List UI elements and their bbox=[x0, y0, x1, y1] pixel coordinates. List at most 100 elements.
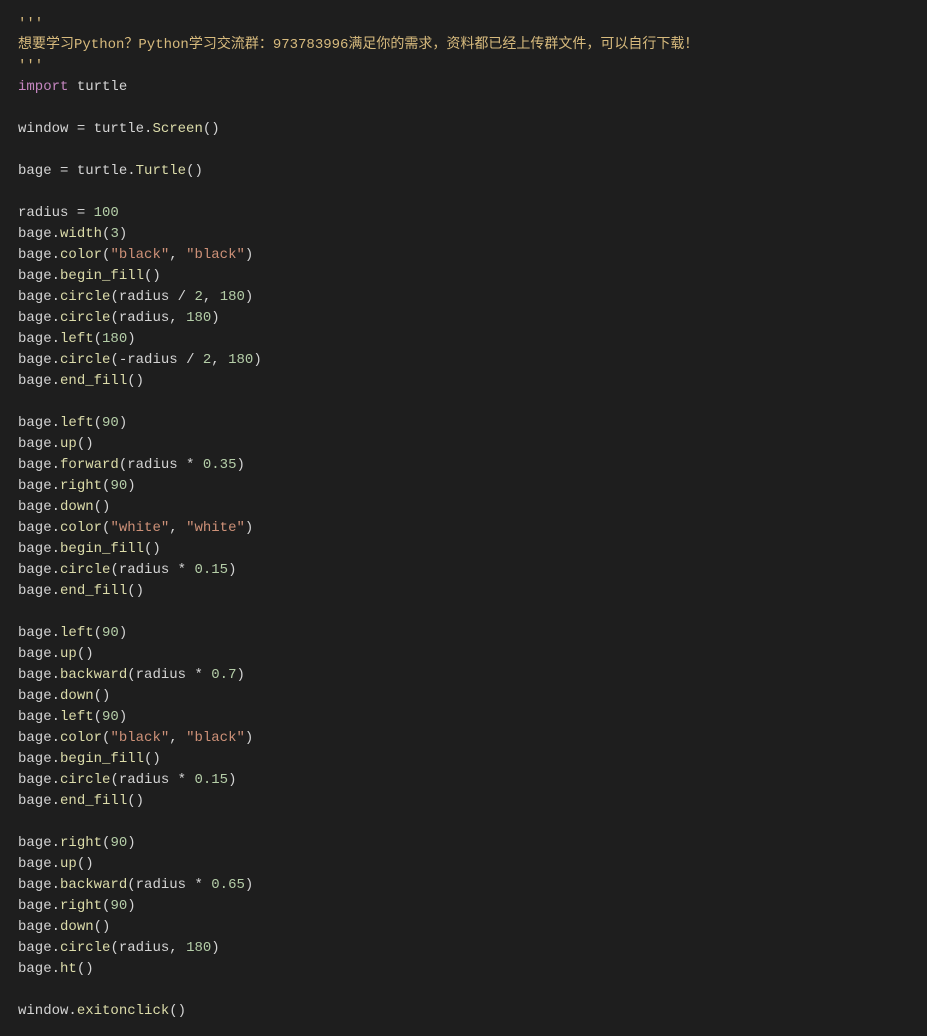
code-token-op: . bbox=[52, 751, 60, 767]
code-token-ident: radius bbox=[18, 205, 77, 221]
code-line[interactable]: import turtle bbox=[18, 79, 127, 95]
code-line[interactable]: bage.left(90) bbox=[18, 709, 127, 725]
code-line[interactable]: bage.begin_fill() bbox=[18, 268, 161, 284]
code-token-fn: backward bbox=[60, 877, 127, 893]
code-token-ident: turtle bbox=[94, 121, 144, 137]
code-token-op: * bbox=[178, 562, 195, 578]
code-token-ident: bage bbox=[18, 268, 52, 284]
code-token-com: ''' bbox=[18, 58, 43, 74]
code-token-op: ( bbox=[110, 310, 118, 326]
code-line[interactable]: bage.ht() bbox=[18, 961, 94, 977]
code-line[interactable]: bage.backward(radius * 0.65) bbox=[18, 877, 253, 893]
code-token-com: ''' bbox=[18, 16, 43, 32]
code-token-ident: bage bbox=[18, 919, 52, 935]
code-token-op: , bbox=[169, 247, 186, 263]
code-token-op: () bbox=[186, 163, 203, 179]
code-token-op: . bbox=[52, 478, 60, 494]
code-token-op: ( bbox=[110, 772, 118, 788]
code-line[interactable]: bage.color("white", "white") bbox=[18, 520, 253, 536]
code-token-ident: bage bbox=[18, 898, 52, 914]
code-token-num: 0.7 bbox=[211, 667, 236, 683]
code-token-op: = bbox=[77, 121, 94, 137]
code-line[interactable]: bage.left(180) bbox=[18, 331, 136, 347]
code-token-num: 90 bbox=[102, 625, 119, 641]
code-line[interactable]: bage.circle(radius * 0.15) bbox=[18, 562, 236, 578]
code-token-op: . bbox=[52, 688, 60, 704]
code-line[interactable]: bage.circle(radius / 2, 180) bbox=[18, 289, 253, 305]
code-line[interactable]: ''' bbox=[18, 58, 43, 74]
code-token-op: = bbox=[77, 205, 94, 221]
code-token-op: . bbox=[52, 730, 60, 746]
code-token-op: . bbox=[52, 793, 60, 809]
code-token-num: 90 bbox=[110, 835, 127, 851]
code-line[interactable]: bage.down() bbox=[18, 919, 110, 935]
code-token-str: "black" bbox=[186, 730, 245, 746]
code-line[interactable]: bage.begin_fill() bbox=[18, 751, 161, 767]
code-token-str: "black" bbox=[110, 730, 169, 746]
code-token-ident: bage bbox=[18, 583, 52, 599]
code-line[interactable]: bage.circle(radius, 180) bbox=[18, 940, 220, 956]
code-line[interactable]: bage.width(3) bbox=[18, 226, 127, 242]
code-token-fn: Turtle bbox=[136, 163, 186, 179]
code-line[interactable]: bage.up() bbox=[18, 856, 94, 872]
code-line[interactable]: 想要学习Python？Python学习交流群：973783996满足你的需求，资… bbox=[18, 37, 698, 53]
code-line[interactable]: bage.forward(radius * 0.35) bbox=[18, 457, 245, 473]
code-line[interactable]: bage.circle(radius, 180) bbox=[18, 310, 220, 326]
code-token-op: , bbox=[169, 310, 186, 326]
code-token-op: () bbox=[127, 793, 144, 809]
code-line[interactable]: bage.end_fill() bbox=[18, 583, 144, 599]
code-token-op: ) bbox=[211, 310, 219, 326]
code-token-op: , bbox=[169, 520, 186, 536]
code-token-op: . bbox=[52, 919, 60, 935]
code-token-op: . bbox=[52, 562, 60, 578]
code-token-op: , bbox=[203, 289, 220, 305]
code-token-ident: bage bbox=[18, 940, 52, 956]
code-line[interactable]: window = turtle.Screen() bbox=[18, 121, 220, 137]
code-line[interactable]: bage = turtle.Turtle() bbox=[18, 163, 203, 179]
code-token-ident: turtle bbox=[68, 79, 127, 95]
code-line[interactable]: bage.end_fill() bbox=[18, 373, 144, 389]
code-token-ident: bage bbox=[18, 667, 52, 683]
code-line[interactable]: bage.circle(radius * 0.15) bbox=[18, 772, 236, 788]
code-line[interactable]: radius = 100 bbox=[18, 205, 119, 221]
code-line[interactable]: bage.up() bbox=[18, 646, 94, 662]
code-token-op: () bbox=[169, 1003, 186, 1019]
code-token-op: * bbox=[194, 667, 211, 683]
code-line[interactable]: bage.color("black", "black") bbox=[18, 730, 253, 746]
code-editor[interactable]: ''' 想要学习Python？Python学习交流群：973783996满足你的… bbox=[0, 0, 927, 1036]
code-token-op: . bbox=[52, 499, 60, 515]
code-line[interactable]: ''' bbox=[18, 16, 43, 32]
code-token-op: . bbox=[52, 415, 60, 431]
code-line[interactable]: window.exitonclick() bbox=[18, 1003, 186, 1019]
code-token-op: ) bbox=[127, 835, 135, 851]
code-token-fn: exitonclick bbox=[77, 1003, 169, 1019]
code-line[interactable]: bage.left(90) bbox=[18, 625, 127, 641]
code-line[interactable]: bage.circle(-radius / 2, 180) bbox=[18, 352, 262, 368]
code-token-op: ) bbox=[228, 772, 236, 788]
code-token-op: . bbox=[52, 247, 60, 263]
code-token-op: ) bbox=[245, 289, 253, 305]
code-token-op: . bbox=[52, 961, 60, 977]
code-token-op: ( bbox=[94, 625, 102, 641]
code-token-ident: bage bbox=[18, 520, 52, 536]
code-token-ident: bage bbox=[18, 961, 52, 977]
code-line[interactable]: bage.color("black", "black") bbox=[18, 247, 253, 263]
code-token-fn: circle bbox=[60, 289, 110, 305]
code-token-op: () bbox=[94, 919, 111, 935]
code-line[interactable]: bage.right(90) bbox=[18, 898, 136, 914]
code-line[interactable]: bage.up() bbox=[18, 436, 94, 452]
code-line[interactable]: bage.down() bbox=[18, 688, 110, 704]
code-line[interactable]: bage.right(90) bbox=[18, 835, 136, 851]
code-line[interactable]: bage.backward(radius * 0.7) bbox=[18, 667, 245, 683]
code-token-ident: radius bbox=[119, 310, 169, 326]
code-token-op: - bbox=[119, 352, 127, 368]
code-token-str: "black" bbox=[186, 247, 245, 263]
code-token-ident: bage bbox=[18, 457, 52, 473]
code-line[interactable]: bage.left(90) bbox=[18, 415, 127, 431]
code-token-op: . bbox=[52, 667, 60, 683]
code-line[interactable]: bage.end_fill() bbox=[18, 793, 144, 809]
code-line[interactable]: bage.begin_fill() bbox=[18, 541, 161, 557]
code-line[interactable]: bage.down() bbox=[18, 499, 110, 515]
code-token-op: . bbox=[52, 289, 60, 305]
code-line[interactable]: bage.right(90) bbox=[18, 478, 136, 494]
